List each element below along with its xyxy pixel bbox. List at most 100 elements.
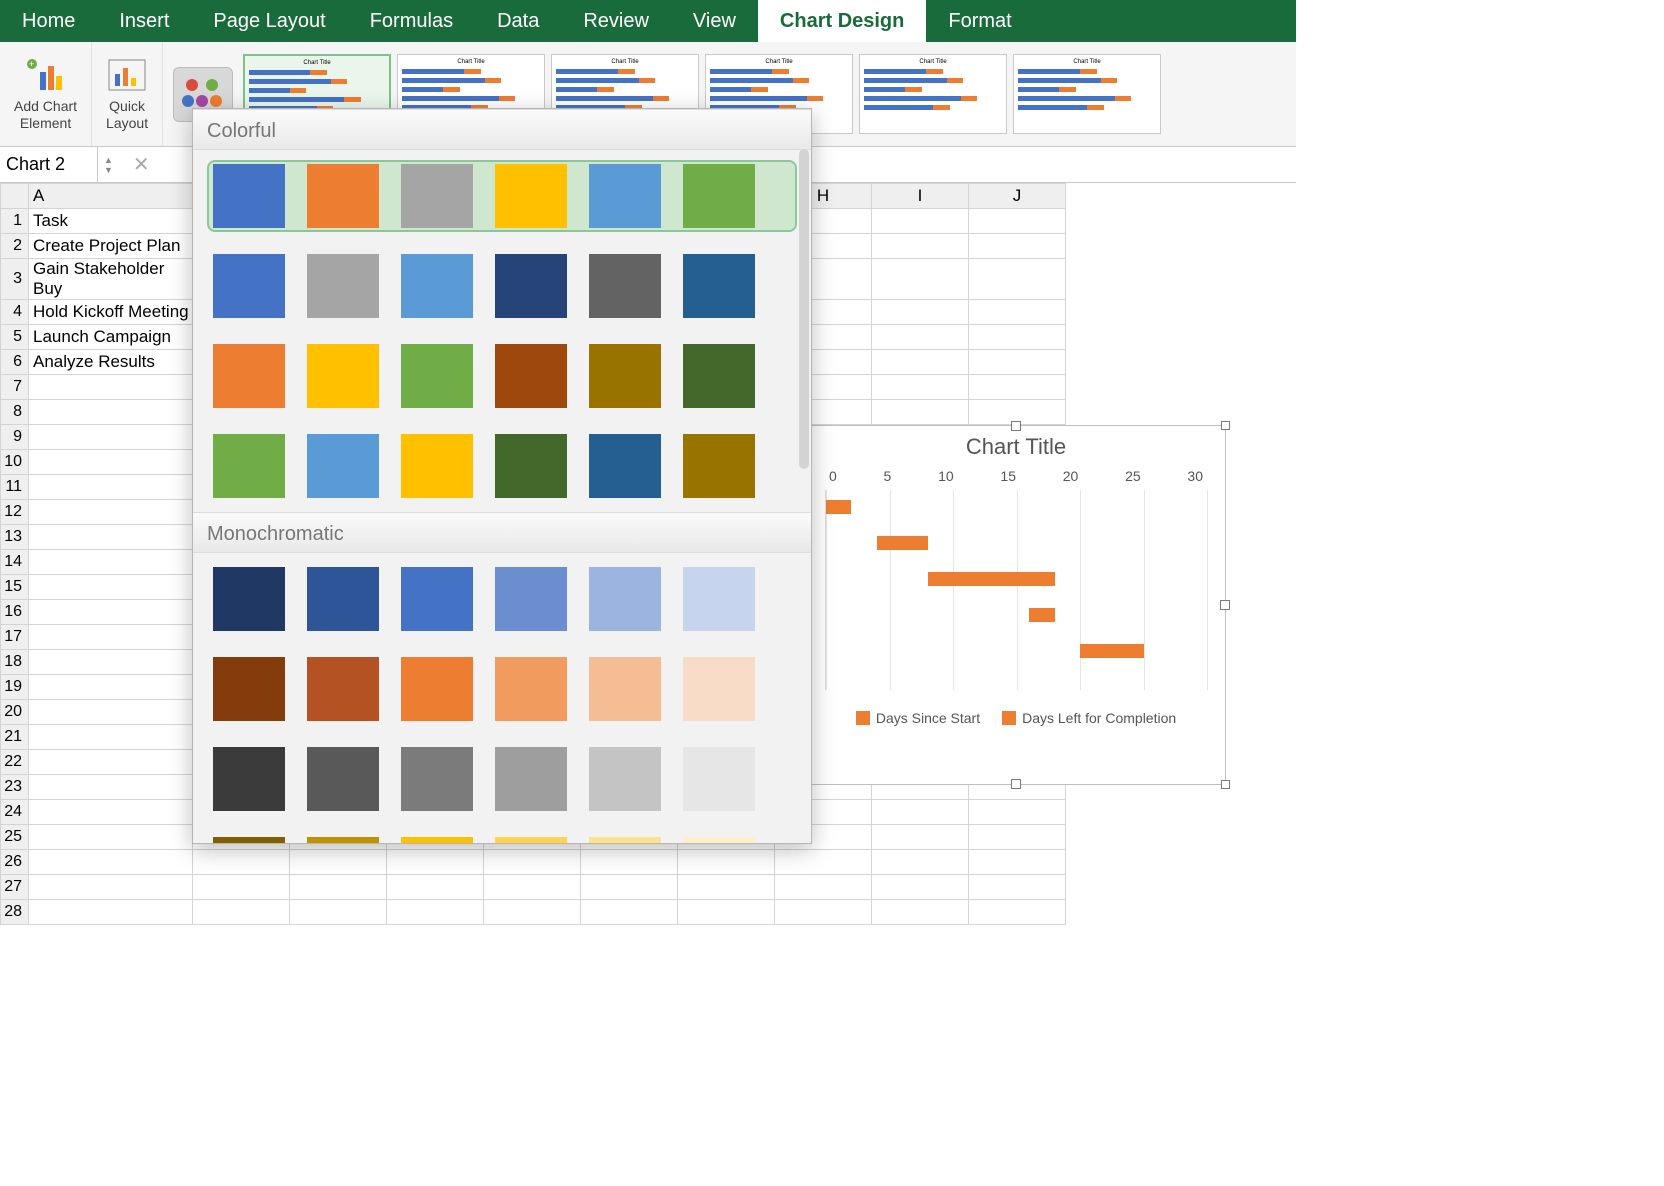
- cell[interactable]: [29, 425, 193, 450]
- cell[interactable]: [387, 900, 484, 925]
- cell[interactable]: [290, 900, 387, 925]
- dropdown-scrollbar[interactable]: [799, 149, 809, 469]
- cell[interactable]: Hold Kickoff Meeting: [29, 300, 193, 325]
- color-palette-option[interactable]: [207, 563, 797, 635]
- color-palette-option[interactable]: [207, 833, 797, 843]
- cell[interactable]: [193, 900, 290, 925]
- color-palette-option[interactable]: [207, 743, 797, 815]
- gantt-bar[interactable]: [1029, 608, 1054, 622]
- cell[interactable]: [29, 450, 193, 475]
- cell[interactable]: [872, 875, 969, 900]
- cell[interactable]: [29, 850, 193, 875]
- cell[interactable]: [29, 600, 193, 625]
- cell[interactable]: [193, 850, 290, 875]
- cell[interactable]: [969, 850, 1066, 875]
- tab-view[interactable]: View: [671, 0, 758, 42]
- cell[interactable]: [969, 234, 1066, 259]
- chart-style-thumb[interactable]: Chart Title: [859, 54, 1007, 134]
- cell[interactable]: [484, 900, 581, 925]
- cell[interactable]: [872, 300, 969, 325]
- cell[interactable]: Gain Stakeholder Buy: [29, 259, 193, 300]
- cell[interactable]: [678, 900, 775, 925]
- cell[interactable]: [290, 875, 387, 900]
- cell[interactable]: [387, 850, 484, 875]
- cell[interactable]: [29, 750, 193, 775]
- cell[interactable]: [29, 500, 193, 525]
- cell[interactable]: [29, 550, 193, 575]
- cell[interactable]: [969, 875, 1066, 900]
- resize-handle[interactable]: [1011, 779, 1021, 789]
- cell[interactable]: [969, 209, 1066, 234]
- cell[interactable]: [484, 850, 581, 875]
- tab-page-layout[interactable]: Page Layout: [191, 0, 347, 42]
- resize-handle[interactable]: [1221, 780, 1230, 789]
- tab-chart-design[interactable]: Chart Design: [758, 0, 926, 42]
- cell[interactable]: [678, 850, 775, 875]
- cell[interactable]: [969, 800, 1066, 825]
- chart-legend[interactable]: Days Since Start Days Left for Completio…: [825, 690, 1207, 726]
- chart-plot-area[interactable]: 051015202530 Days Since Start Days Left …: [807, 464, 1225, 732]
- cell[interactable]: [872, 400, 969, 425]
- cell[interactable]: [872, 375, 969, 400]
- name-box[interactable]: Chart 2: [0, 147, 98, 182]
- color-palette-option[interactable]: [207, 250, 797, 322]
- cell[interactable]: [29, 825, 193, 850]
- cell[interactable]: [872, 350, 969, 375]
- cell[interactable]: [969, 375, 1066, 400]
- chart-title[interactable]: Chart Title: [807, 426, 1225, 464]
- cell[interactable]: [29, 650, 193, 675]
- cell[interactable]: [290, 850, 387, 875]
- cell[interactable]: [775, 900, 872, 925]
- cell[interactable]: Launch Campaign: [29, 325, 193, 350]
- tab-data[interactable]: Data: [475, 0, 561, 42]
- cell[interactable]: [581, 900, 678, 925]
- cell[interactable]: [969, 300, 1066, 325]
- cell[interactable]: Analyze Results: [29, 350, 193, 375]
- gantt-bar[interactable]: [826, 500, 851, 514]
- cell[interactable]: [872, 209, 969, 234]
- cell[interactable]: [872, 234, 969, 259]
- cell[interactable]: Task: [29, 209, 193, 234]
- cell[interactable]: [29, 875, 193, 900]
- cell[interactable]: [969, 825, 1066, 850]
- cell[interactable]: [872, 259, 969, 300]
- cell[interactable]: [29, 675, 193, 700]
- quick-layout-button[interactable]: QuickLayout: [92, 42, 163, 146]
- cell[interactable]: [775, 850, 872, 875]
- cell[interactable]: [387, 875, 484, 900]
- cell[interactable]: [581, 850, 678, 875]
- tab-insert[interactable]: Insert: [97, 0, 191, 42]
- cell[interactable]: [872, 325, 969, 350]
- tab-home[interactable]: Home: [0, 0, 97, 42]
- cell[interactable]: [29, 625, 193, 650]
- cell[interactable]: [581, 875, 678, 900]
- resize-handle[interactable]: [1221, 421, 1230, 430]
- cell[interactable]: [872, 825, 969, 850]
- color-palette-option[interactable]: [207, 340, 797, 412]
- resize-handle[interactable]: [1011, 421, 1021, 431]
- cell[interactable]: [193, 875, 290, 900]
- cancel-icon[interactable]: ✕: [119, 152, 164, 177]
- tab-format[interactable]: Format: [926, 0, 1033, 42]
- tab-formulas[interactable]: Formulas: [348, 0, 475, 42]
- cell[interactable]: [29, 700, 193, 725]
- color-palette-option[interactable]: [207, 160, 797, 232]
- cell[interactable]: [872, 900, 969, 925]
- cell[interactable]: [29, 775, 193, 800]
- embedded-chart[interactable]: Chart Title 051015202530 Days Since Star…: [806, 425, 1226, 785]
- cell[interactable]: [29, 525, 193, 550]
- cell[interactable]: [484, 875, 581, 900]
- namebox-stepper[interactable]: ▲▼: [98, 155, 119, 175]
- cell[interactable]: [969, 900, 1066, 925]
- gantt-bar[interactable]: [928, 572, 1055, 586]
- cell[interactable]: [29, 475, 193, 500]
- cell[interactable]: [29, 900, 193, 925]
- cell[interactable]: [872, 850, 969, 875]
- color-palette-option[interactable]: [207, 653, 797, 725]
- cell[interactable]: [969, 259, 1066, 300]
- cell[interactable]: [678, 875, 775, 900]
- add-chart-element-button[interactable]: + Add ChartElement: [0, 42, 92, 146]
- gantt-bar[interactable]: [1080, 644, 1144, 658]
- cell[interactable]: [29, 400, 193, 425]
- gantt-bar[interactable]: [877, 536, 928, 550]
